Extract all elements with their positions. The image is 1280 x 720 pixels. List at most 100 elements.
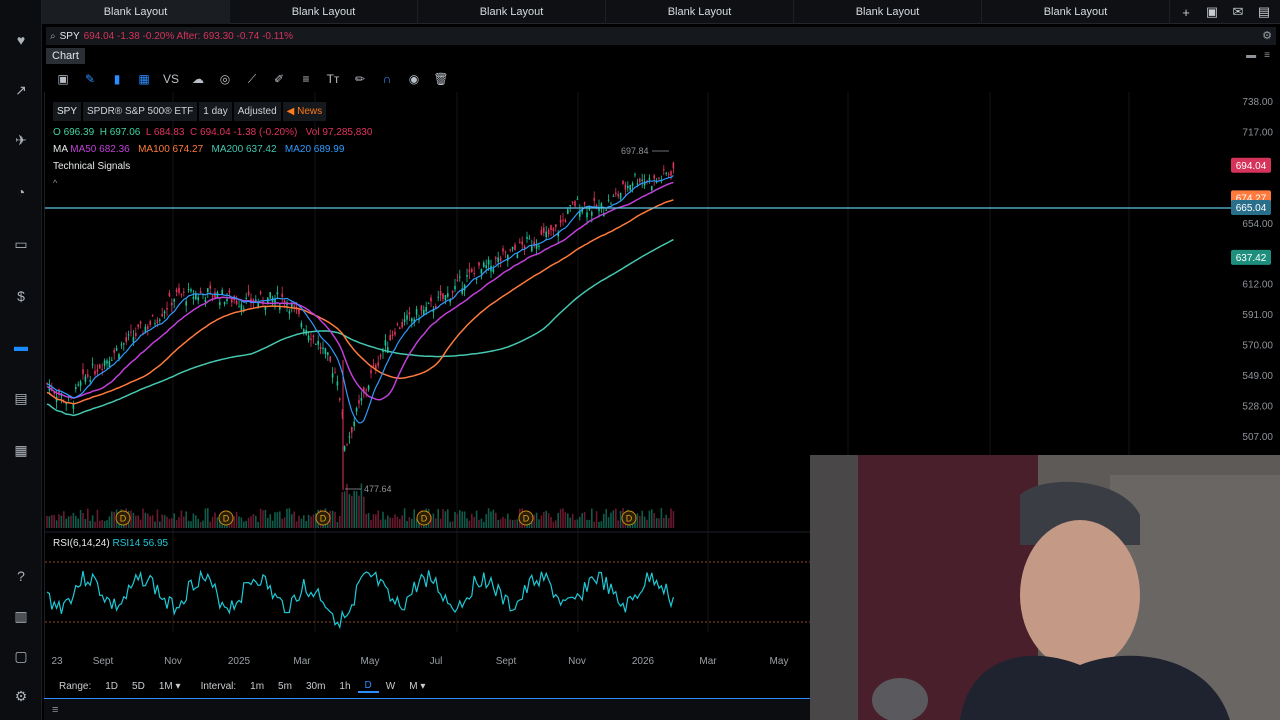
interval-30m[interactable]: 30m xyxy=(299,681,332,692)
candle-body xyxy=(586,212,588,218)
range-1m[interactable]: 1M ▾ xyxy=(152,681,188,692)
versus-icon[interactable]: VS xyxy=(162,70,180,88)
candle-body xyxy=(79,381,82,386)
tab-layout-3[interactable]: Blank Layout xyxy=(418,0,606,24)
settings-gear-icon[interactable]: ⚙ xyxy=(1262,29,1272,42)
tab-layout-6[interactable]: Blank Layout xyxy=(982,0,1170,24)
magnet-icon[interactable]: ∩ xyxy=(378,70,396,88)
candle-body xyxy=(468,269,471,273)
add-tab-icon[interactable]: + xyxy=(1176,3,1196,21)
volume-bar xyxy=(449,521,451,528)
volume-bar xyxy=(336,521,339,528)
menu-icon[interactable]: ≡ xyxy=(1264,50,1270,61)
volume-bar xyxy=(504,518,507,528)
candle-body xyxy=(209,285,211,289)
candle-body xyxy=(195,294,197,300)
cloud-icon[interactable]: ☁ xyxy=(189,70,207,88)
volume-bar xyxy=(507,513,509,528)
tab-layout-4[interactable]: Blank Layout xyxy=(606,0,794,24)
chart-icon[interactable]: ▬ xyxy=(11,336,31,356)
heart-icon[interactable]: ♥ xyxy=(11,30,31,50)
collapse-icon[interactable]: ^ xyxy=(53,175,372,192)
candle-body xyxy=(156,320,159,324)
ma100-legend[interactable]: MA100 674.27 xyxy=(138,144,203,155)
candle-body xyxy=(552,228,555,232)
candle-body xyxy=(123,343,125,345)
volume-bar xyxy=(466,518,468,528)
grid-icon[interactable]: ▦ xyxy=(135,70,153,88)
search-icon[interactable]: ⌕ xyxy=(50,31,56,42)
fib-icon[interactable]: ≡ xyxy=(297,70,315,88)
candle-body xyxy=(175,289,178,292)
candle-body xyxy=(319,346,322,349)
interval-1h[interactable]: 1h xyxy=(332,681,357,692)
tab-layout-5[interactable]: Blank Layout xyxy=(794,0,982,24)
volume-bar xyxy=(147,513,149,528)
help-icon[interactable]: ? xyxy=(11,566,31,586)
candle-body xyxy=(281,293,283,297)
brush-icon[interactable]: ✏ xyxy=(351,70,369,88)
layout-icon[interactable]: ▣ xyxy=(1202,3,1222,21)
interval-m[interactable]: M ▾ xyxy=(402,681,432,692)
trash-icon[interactable]: 🗑 xyxy=(432,70,450,88)
candles-icon[interactable]: ▮ xyxy=(108,70,126,88)
volume-bar xyxy=(514,519,516,528)
ma50-legend[interactable]: MA50 682.36 xyxy=(70,144,130,155)
volume-bar xyxy=(603,513,605,528)
settings-icon[interactable]: ⚙ xyxy=(11,686,31,706)
low-value: 684.83 xyxy=(153,127,185,138)
minimize-icon[interactable]: ▬ xyxy=(1246,50,1256,61)
candle-body xyxy=(451,290,454,293)
range-1d[interactable]: 1D xyxy=(98,681,125,692)
ma200-legend[interactable]: MA200 637.42 xyxy=(211,144,276,155)
hamburger-icon[interactable]: ≡ xyxy=(52,704,58,716)
volume-bar xyxy=(509,519,511,528)
interval-m-label: M xyxy=(409,680,418,692)
volume-bar xyxy=(267,517,269,528)
chat-icon[interactable]: ▢ xyxy=(11,646,31,666)
interval-w[interactable]: W xyxy=(379,681,402,692)
pencil-icon[interactable]: ✎ xyxy=(81,70,99,88)
volume-bar xyxy=(163,515,166,528)
candle-body xyxy=(108,361,111,367)
tab-layout-2[interactable]: Blank Layout xyxy=(230,0,418,24)
rsi-label[interactable]: RSI(6,14,24) xyxy=(53,538,110,549)
ma20-legend[interactable]: MA20 689.99 xyxy=(285,144,345,155)
book-icon[interactable]: ▥ xyxy=(11,606,31,626)
document-icon[interactable]: ▤ xyxy=(11,388,31,408)
money-icon[interactable]: $ xyxy=(11,286,31,306)
tab-layout-1[interactable]: Blank Layout xyxy=(42,0,230,24)
calculator-icon[interactable]: ▦ xyxy=(11,440,31,460)
volume-bar xyxy=(190,521,192,528)
interval-1m[interactable]: 1m xyxy=(243,681,271,692)
volume-bar xyxy=(377,510,379,528)
period-button[interactable]: 1 day xyxy=(199,102,232,121)
adjusted-button[interactable]: Adjusted xyxy=(233,102,281,121)
news-button[interactable]: ◀ News xyxy=(282,102,327,121)
eye-icon[interactable]: ◉ xyxy=(405,70,423,88)
volume-bar xyxy=(257,521,259,528)
analytics-icon[interactable]: ◔ xyxy=(11,182,31,202)
range-5d[interactable]: 5D xyxy=(125,681,152,692)
symbol-name: SPY xyxy=(59,30,80,42)
candle-body xyxy=(113,350,115,353)
interval-d[interactable]: D xyxy=(357,680,379,693)
briefcase-icon[interactable]: ▤ xyxy=(1254,3,1274,21)
symbol-bar[interactable]: ⌕ SPY 694.04 -1.38 -0.20% After: 693.30 … xyxy=(46,27,1276,45)
pen-tool-icon[interactable]: ✐ xyxy=(270,70,288,88)
interval-5m[interactable]: 5m xyxy=(271,681,299,692)
volume-bar xyxy=(653,512,655,528)
candle-body xyxy=(135,333,137,336)
chart-tab[interactable]: Chart xyxy=(46,48,85,64)
trend-chart-icon[interactable]: ↗ xyxy=(11,80,31,100)
text-tool-icon[interactable]: Tт xyxy=(324,70,342,88)
mail-icon[interactable]: ✉ xyxy=(1228,3,1248,21)
trendline-icon[interactable]: ⟋ xyxy=(243,70,261,88)
time-axis-label: 2026 xyxy=(632,656,655,667)
chart-style-icon[interactable]: ▣ xyxy=(54,70,72,88)
target-icon[interactable]: ◎ xyxy=(216,70,234,88)
rocket-icon[interactable]: ✈ xyxy=(11,130,31,150)
technical-signals[interactable]: Technical Signals xyxy=(53,158,372,175)
wallet-icon[interactable]: ▭ xyxy=(11,234,31,254)
volume-bar xyxy=(171,518,173,528)
